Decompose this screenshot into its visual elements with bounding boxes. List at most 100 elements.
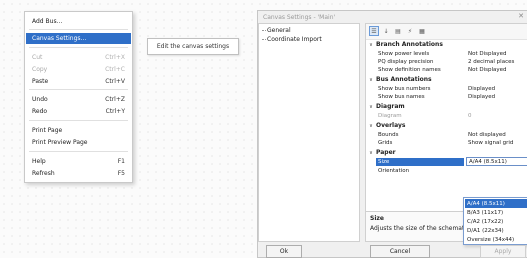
menu-item-shortcut: Ctrl+Y [105, 108, 125, 115]
property-grids[interactable]: Grids Show signal grid [366, 139, 527, 147]
close-icon[interactable]: ✕ [518, 12, 524, 20]
property-show-bus-names[interactable]: Show bus names Displayed [366, 93, 527, 101]
menu-item-shortcut: Ctrl+Z [105, 96, 125, 103]
categorized-icon[interactable]: ☰ [369, 26, 379, 36]
property-name: Orientation [378, 168, 410, 174]
property-name: Size [378, 159, 390, 165]
menu-item-print-preview-page[interactable]: Print Preview Page [26, 137, 131, 148]
property-show-definition-names[interactable]: Show definition names Not Displayed [366, 66, 527, 74]
category-overlays[interactable]: ∨ Overlays [366, 121, 527, 130]
description-title: Size [370, 215, 384, 222]
dialog-title: Canvas Settings - 'Main' [263, 14, 336, 21]
property-diagram[interactable]: Diagram 0 [366, 112, 527, 120]
property-pages-icon[interactable]: ▦ [417, 26, 427, 36]
menu-item-copy[interactable]: Copy Ctrl+C [26, 64, 131, 75]
property-name: Show bus names [378, 94, 425, 100]
menu-item-redo[interactable]: Redo Ctrl+Y [26, 106, 131, 117]
tree-item-coordinate-import[interactable]: Coordinate Import [262, 36, 322, 43]
menu-item-label: Copy [32, 66, 48, 73]
menu-separator [29, 89, 128, 90]
cancel-button[interactable]: Cancel [370, 245, 430, 258]
menu-item-label: Help [32, 158, 46, 165]
property-bounds[interactable]: Bounds Not displayed [366, 131, 527, 139]
property-pq-display-precision[interactable]: PQ display precision 2 decimal places [366, 58, 527, 66]
property-grid-toolbar: ☰ ↓ ▤ ⚡ ▦ [366, 24, 527, 40]
menu-item-label: Add Bus... [32, 18, 63, 25]
collapse-arrow-icon[interactable]: ∨ [366, 42, 376, 48]
apply-button[interactable]: Apply [480, 245, 526, 258]
property-name: Show bus numbers [378, 86, 431, 92]
tree-item-label: Coordinate Import [267, 36, 322, 43]
tree-connector [262, 29, 266, 32]
menu-separator [29, 29, 128, 30]
context-menu: Add Bus... Canvas Settings... Cut Ctrl+X… [24, 11, 133, 183]
property-value: Show signal grid [468, 140, 514, 146]
property-name: Grids [378, 140, 393, 146]
menu-item-print-page[interactable]: Print Page [26, 125, 131, 136]
category-label: Bus Annotations [376, 76, 432, 83]
tree-connector [262, 38, 266, 41]
menu-item-refresh[interactable]: Refresh F5 [26, 168, 131, 179]
category-paper[interactable]: ∨ Paper [366, 148, 527, 157]
category-bus-annotations[interactable]: ∨ Bus Annotations [366, 75, 527, 84]
size-option[interactable]: B/A3 (11x17) [465, 208, 527, 217]
menu-item-help[interactable]: Help F1 [26, 156, 131, 167]
menu-item-label: Cut [32, 54, 43, 61]
menu-item-label: Paste [32, 78, 49, 85]
collapse-arrow-icon[interactable]: ∨ [366, 104, 376, 110]
menu-item-shortcut: Ctrl+X [105, 54, 125, 61]
menu-item-paste[interactable]: Paste Ctrl+V [26, 76, 131, 87]
property-show-power-levels[interactable]: Show power levels Not Displayed [366, 50, 527, 58]
menu-item-label: Print Page [32, 127, 63, 134]
category-label: Branch Annotations [376, 41, 443, 48]
menu-item-label: Redo [32, 108, 48, 115]
menu-item-shortcut: Ctrl+C [105, 66, 125, 73]
events-icon[interactable]: ⚡ [405, 26, 415, 36]
menu-item-canvas-settings[interactable]: Canvas Settings... [26, 33, 131, 44]
collapse-arrow-icon[interactable]: ∨ [366, 150, 376, 156]
ok-button[interactable]: Ok [266, 245, 302, 258]
menu-item-cut[interactable]: Cut Ctrl+X [26, 52, 131, 63]
canvas-settings-dialog: Canvas Settings - 'Main' ✕ General Coord… [257, 10, 527, 258]
property-show-bus-numbers[interactable]: Show bus numbers Displayed [366, 85, 527, 93]
property-name: Bounds [378, 132, 399, 138]
size-dropdown-value: A/A4 (8.5x11) [469, 159, 507, 165]
property-orientation[interactable]: Orientation [366, 167, 527, 175]
property-value: Not Displayed [468, 51, 507, 57]
menu-item-label: Print Preview Page [32, 139, 88, 146]
tree-item-general[interactable]: General [262, 27, 291, 34]
size-dropdown-field[interactable]: A/A4 (8.5x11) [466, 157, 527, 166]
size-option[interactable]: C/A2 (17x22) [465, 217, 527, 226]
menu-item-shortcut: F5 [117, 170, 125, 177]
property-value: Not Displayed [468, 67, 507, 73]
tooltip: Edit the canvas settings [147, 38, 239, 55]
size-dropdown-list: A/A4 (8.5x11) B/A3 (11x17) C/A2 (17x22) … [463, 197, 527, 245]
size-option[interactable]: Oversize (34x44) [465, 235, 527, 244]
property-value: Displayed [468, 86, 496, 92]
property-value: 2 decimal places [468, 59, 515, 65]
menu-item-label: Canvas Settings... [32, 35, 87, 42]
menu-item-label: Undo [32, 96, 48, 103]
menu-item-undo[interactable]: Undo Ctrl+Z [26, 94, 131, 105]
category-branch-annotations[interactable]: ∨ Branch Annotations [366, 40, 527, 49]
property-name: Diagram [378, 113, 402, 119]
menu-separator [29, 151, 128, 152]
menu-separator [29, 47, 128, 48]
sort-alphabetical-icon[interactable]: ↓ [381, 26, 391, 36]
category-label: Overlays [376, 122, 406, 129]
size-option[interactable]: A/A4 (8.5x11) [465, 199, 527, 208]
menu-item-add-bus[interactable]: Add Bus... [26, 16, 131, 27]
property-size[interactable]: Size A/A4 (8.5x11) [366, 157, 527, 166]
settings-tree: General Coordinate Import [258, 23, 360, 242]
tree-item-label: General [267, 27, 291, 34]
property-name: Show power levels [378, 51, 430, 57]
menu-item-shortcut: F1 [117, 158, 125, 165]
category-diagram[interactable]: ∨ Diagram [366, 102, 527, 111]
property-value: Not displayed [468, 132, 506, 138]
collapse-arrow-icon[interactable]: ∨ [366, 77, 376, 83]
collapse-arrow-icon[interactable]: ∨ [366, 123, 376, 129]
category-label: Paper [376, 149, 396, 156]
property-name: PQ display precision [378, 59, 434, 65]
size-option[interactable]: D/A1 (22x34) [465, 226, 527, 235]
properties-icon[interactable]: ▤ [393, 26, 403, 36]
